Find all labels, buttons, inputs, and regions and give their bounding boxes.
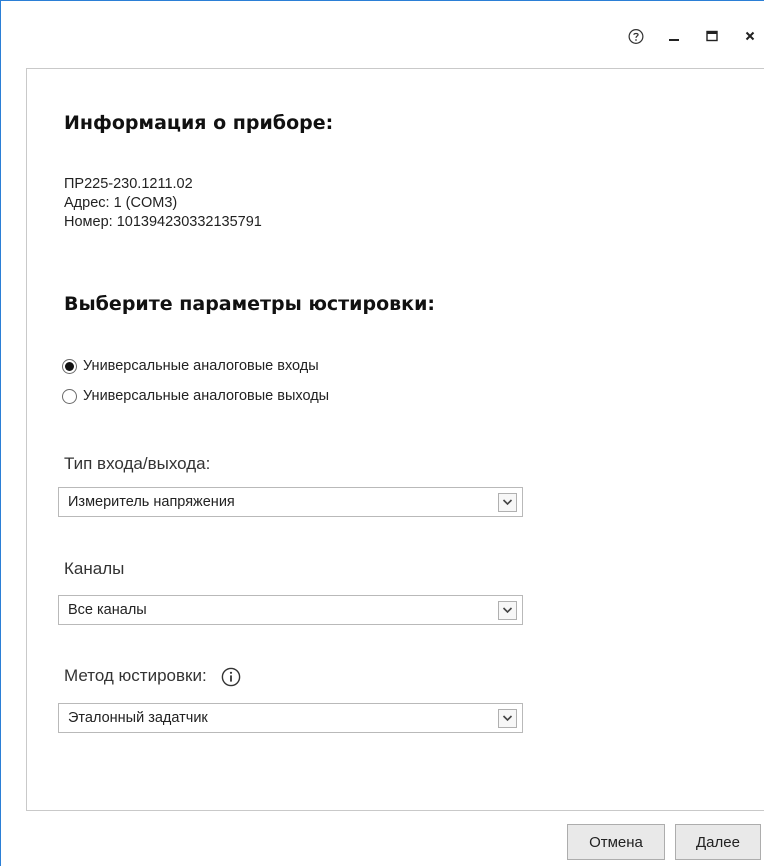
radio-analog-inputs[interactable]: Универсальные аналоговые входы [62,358,319,374]
device-info-block: ПР225-230.1211.02 Адрес: 1 (COM3) Номер:… [64,175,262,232]
method-label: Метод юстировки: [64,666,207,685]
cancel-button[interactable]: Отмена [567,824,665,860]
device-model: ПР225-230.1211.02 [64,176,193,192]
chevron-down-icon[interactable] [498,600,517,620]
channels-value: Все каналы [68,602,147,618]
radio-label: Универсальные аналоговые входы [83,358,319,374]
radio-label: Универсальные аналоговые выходы [83,388,330,404]
method-value: Эталонный задатчик [68,710,208,726]
help-circle-icon[interactable] [628,28,644,44]
io-type-value: Измеритель напряжения [68,494,235,510]
radio-button-unchecked[interactable] [62,388,77,404]
channels-label: Каналы [64,559,125,578]
chevron-down-icon[interactable] [498,708,517,728]
device-number: Номер: 101394230332135791 [64,214,262,230]
params-heading: Выберите параметры юстировки: [64,293,435,315]
device-address: Адрес: 1 (COM3) [64,195,178,211]
minimize-icon[interactable] [666,28,682,44]
device-info-heading: Информация о приборе: [64,112,334,134]
settings-panel: Информация о приборе: ПР225-230.1211.02 … [26,68,764,811]
radio-analog-outputs[interactable]: Универсальные аналоговые выходы [62,388,329,404]
info-circle-icon[interactable] [221,667,241,687]
maximize-icon[interactable] [704,28,720,44]
next-button[interactable]: Далее [675,824,761,860]
radio-button-checked[interactable] [62,358,77,374]
io-type-select[interactable]: Измеритель напряжения [58,487,523,517]
title-bar-controls [628,28,758,44]
close-icon[interactable] [742,28,758,44]
method-label-row: Метод юстировки: [64,666,241,687]
dialog-window: Информация о приборе: ПР225-230.1211.02 … [0,0,764,866]
chevron-down-icon[interactable] [498,492,517,512]
method-select[interactable]: Эталонный задатчик [58,703,523,733]
io-type-label: Тип входа/выхода: [64,454,211,473]
channels-select[interactable]: Все каналы [58,595,523,625]
